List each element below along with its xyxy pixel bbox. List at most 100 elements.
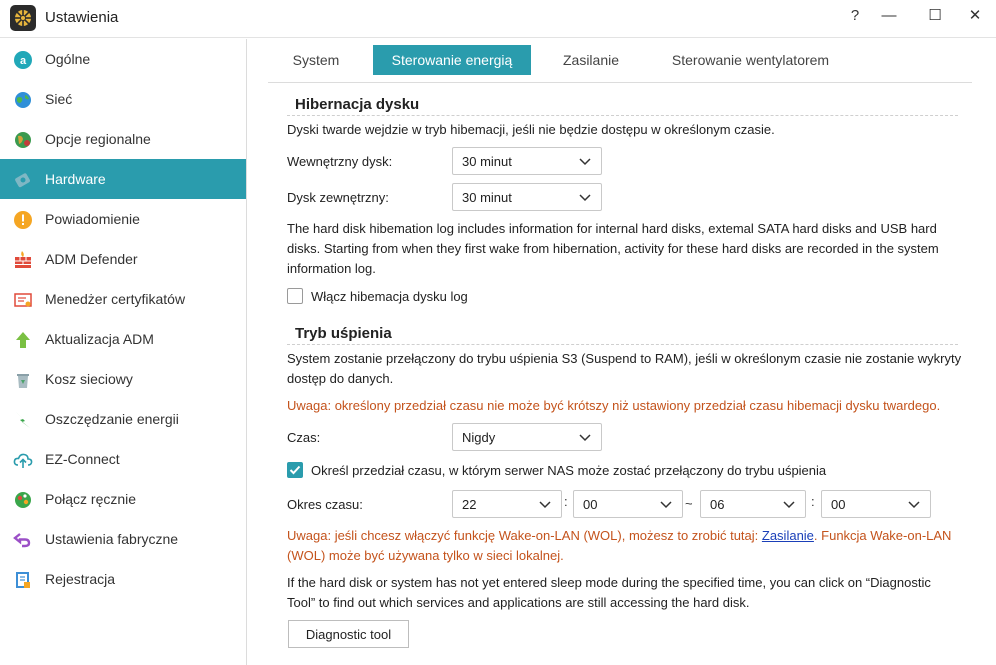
sidebar-item-label: Sieć (45, 91, 73, 107)
sidebar-item-label: EZ-Connect (45, 451, 120, 467)
sidebar-item-label: Kosz sieciowy (45, 371, 133, 387)
sleep-time-value: Nigdy (462, 430, 496, 445)
external-disk-select[interactable]: 30 minut (452, 183, 602, 211)
certificate-icon (12, 289, 33, 310)
cloud-connect-icon (12, 449, 33, 470)
diagnostic-tool-button[interactable]: Diagnostic tool (288, 620, 409, 648)
sleep-time-select[interactable]: Nigdy (452, 423, 602, 451)
sidebar-item-label: Połącz ręcznie (45, 491, 137, 507)
close-button[interactable]: ✕ (960, 4, 990, 26)
settings-gear-icon (10, 5, 36, 31)
sidebar-item-label: Opcje regionalne (45, 131, 151, 147)
svg-text:a: a (19, 55, 26, 67)
title-bar: Ustawienia ? — ☐ ✕ (0, 0, 996, 38)
chevron-down-icon (660, 501, 672, 509)
sidebar-item-adm-update[interactable]: Aktualizacja ADM (0, 319, 246, 359)
sidebar-item-notification[interactable]: Powiadomienie (0, 199, 246, 239)
hibernation-log-info: disks. Starting from when they first wak… (287, 241, 939, 256)
chevron-down-icon (579, 434, 591, 442)
hardware-icon (12, 169, 33, 190)
end-minute-select[interactable]: 00 (821, 490, 931, 518)
sidebar-item-network-recycle-bin[interactable]: Kosz sieciowy (0, 359, 246, 399)
sidebar-item-label: Oszczędzanie energii (45, 411, 179, 427)
hibernation-section-title: Hibernacja dysku (295, 96, 420, 113)
section-divider (287, 115, 958, 116)
sleep-description: dostęp do danych. (287, 371, 394, 386)
tab-system[interactable]: System (268, 45, 364, 75)
sidebar-item-label: Menedżer certyfikatów (45, 291, 186, 307)
sidebar-item-regional[interactable]: Opcje regionalne (0, 119, 246, 159)
tab-fan-control[interactable]: Sterowanie wentylatorem (653, 45, 848, 75)
sidebar-item-label: Powiadomienie (45, 211, 140, 227)
sidebar-item-label: Rejestracja (45, 571, 116, 587)
sidebar-item-label: Ustawienia fabryczne (45, 531, 179, 547)
sleep-description: System zostanie przełączony do trybu uśp… (287, 351, 962, 366)
tab-power-supply[interactable]: Zasilanie (540, 45, 642, 75)
wol-note-prefix: Uwaga: jeśli chcesz włączyć funkcję Wake… (287, 528, 762, 543)
hibernation-log-info: information log. (287, 261, 376, 276)
help-button[interactable]: ? (840, 4, 870, 26)
sleep-time-label: Czas: (287, 430, 321, 445)
sidebar-item-manual-connect[interactable]: Połącz ręcznie (0, 479, 246, 519)
wol-note: Uwaga: jeśli chcesz włączyć funkcję Wake… (287, 526, 951, 546)
internal-disk-select[interactable]: 30 minut (452, 147, 602, 175)
sidebar-item-certificates[interactable]: Menedżer certyfikatów (0, 279, 246, 319)
chevron-down-icon (579, 194, 591, 202)
close-icon: ✕ (968, 7, 982, 24)
section-divider (287, 344, 958, 345)
minimize-button[interactable]: — (874, 4, 904, 26)
time-separator: : (811, 494, 815, 509)
manual-connect-icon (12, 489, 33, 510)
sidebar-item-general[interactable]: a Ogólne (0, 39, 246, 79)
end-minute-value: 00 (831, 497, 846, 512)
recycle-bin-icon (12, 369, 33, 390)
time-separator: : (564, 494, 568, 509)
start-hour-value: 22 (462, 497, 477, 512)
window-title: Ustawienia (45, 9, 119, 26)
internal-disk-label: Wewnętrzny dysk: (287, 154, 393, 169)
sleep-schedule-checkbox-label: Określ przedział czasu, w którym serwer … (311, 463, 827, 478)
hibernation-log-info: The hard disk hibemation log includes in… (287, 221, 937, 236)
maximize-button[interactable]: ☐ (920, 4, 950, 26)
sidebar-item-ez-connect[interactable]: EZ-Connect (0, 439, 246, 479)
range-separator: ~ (685, 496, 693, 511)
power-supply-link[interactable]: Zasilanie (762, 528, 814, 543)
sidebar-item-factory-reset[interactable]: Ustawienia fabryczne (0, 519, 246, 559)
diagnostic-info: Tool” to find out which services and app… (287, 595, 750, 610)
start-minute-select[interactable]: 00 (573, 490, 683, 518)
checkmark-icon (289, 465, 301, 475)
tab-bar: System Sterowanie energią Zasilanie Ster… (268, 45, 972, 83)
sleep-warning: Uwaga: określony przedział czasu nie moż… (287, 398, 941, 413)
sidebar-item-network[interactable]: Sieć (0, 79, 246, 119)
tab-power-control[interactable]: Sterowanie energią (373, 45, 531, 75)
sidebar-item-adm-defender[interactable]: ADM Defender (0, 239, 246, 279)
update-arrow-icon (12, 329, 33, 350)
end-hour-select[interactable]: 06 (700, 490, 806, 518)
sidebar-item-label: Hardware (45, 171, 106, 187)
general-icon: a (12, 49, 33, 70)
hibernation-log-checkbox-label: Włącz hibemacja dysku log (311, 289, 468, 304)
minimize-icon: — (881, 6, 897, 24)
factory-reset-icon (12, 529, 33, 550)
firewall-icon (12, 249, 33, 270)
notification-icon (12, 209, 33, 230)
period-label: Okres czasu: (287, 497, 363, 512)
external-disk-value: 30 minut (462, 190, 512, 205)
start-minute-value: 00 (583, 497, 598, 512)
hibernation-log-checkbox[interactable] (287, 288, 303, 304)
chevron-down-icon (908, 501, 920, 509)
end-hour-value: 06 (710, 497, 725, 512)
hibernation-description: Dyski twarde wejdzie w tryb hibemacji, j… (287, 122, 775, 137)
chevron-down-icon (579, 158, 591, 166)
sidebar-item-label: Ogólne (45, 51, 91, 67)
network-globe-icon (12, 89, 33, 110)
start-hour-select[interactable]: 22 (452, 490, 562, 518)
chevron-down-icon (539, 501, 551, 509)
sidebar-item-hardware[interactable]: Hardware (0, 159, 246, 199)
sleep-schedule-checkbox[interactable] (287, 462, 303, 478)
sleep-section-title: Tryb uśpienia (295, 325, 392, 342)
regional-options-icon (12, 129, 33, 150)
energy-saving-icon (12, 409, 33, 430)
sidebar-item-registration[interactable]: Rejestracja (0, 559, 246, 599)
sidebar-item-energy-saving[interactable]: Oszczędzanie energii (0, 399, 246, 439)
